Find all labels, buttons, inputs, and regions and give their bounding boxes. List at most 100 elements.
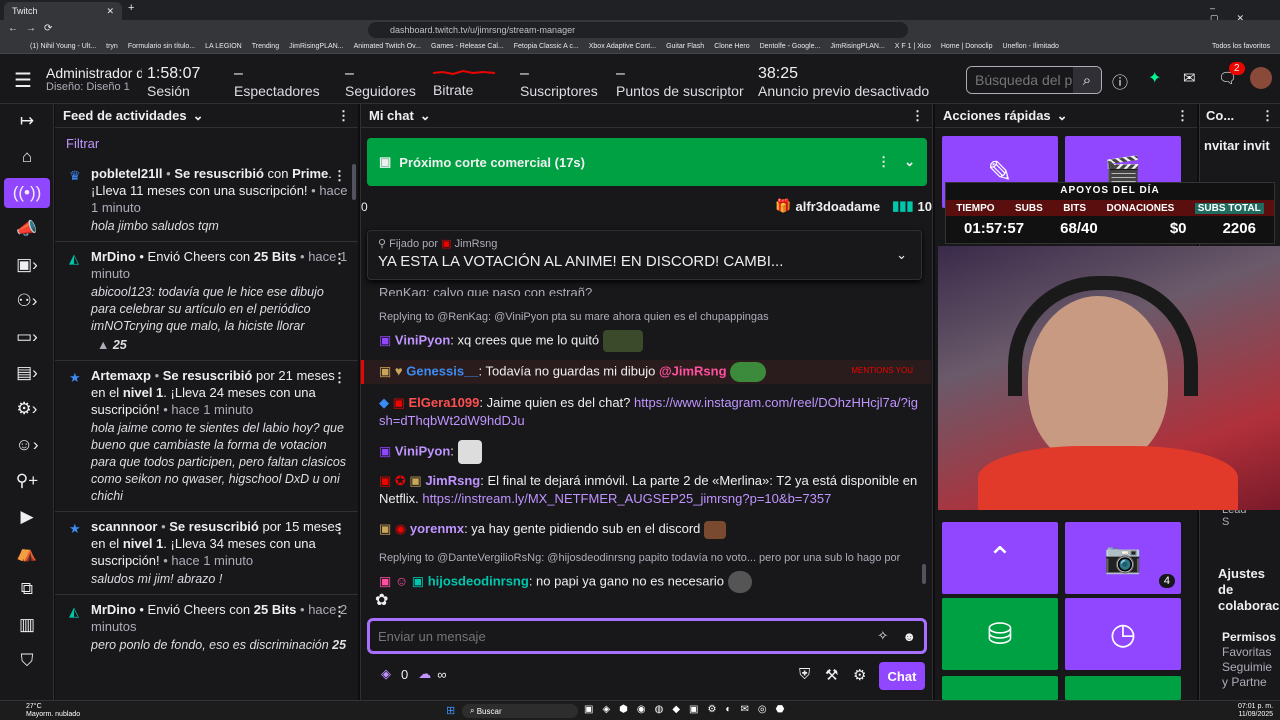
bookmark[interactable]: Clone Hero <box>714 43 749 50</box>
pinned-message[interactable]: ⚲ Fijado por ▣ JimRsng YA ESTA LA VOTACI… <box>367 230 922 280</box>
chat-user[interactable]: hijosdeodinrsng <box>428 573 529 588</box>
chat-user[interactable]: ElGera1099 <box>409 395 480 410</box>
collapse-icon[interactable]: ↦ <box>10 106 44 136</box>
bookmark[interactable]: LA LEGION <box>205 43 242 50</box>
help-icon[interactable]: ⓘ <box>1112 69 1128 93</box>
chat-send-button[interactable]: Chat <box>879 662 925 690</box>
chevron-down-icon[interactable]: ⌄ <box>1057 108 1068 124</box>
more-options-icon[interactable]: ⋮ <box>1261 108 1274 124</box>
content-icon[interactable]: ▭› <box>10 322 44 352</box>
hype-icon[interactable]: ✿ <box>375 590 388 610</box>
settings-icon[interactable]: ⚙› <box>10 394 44 424</box>
raid-tile[interactable]: ⌃ <box>942 522 1058 594</box>
action-tile[interactable] <box>942 676 1058 700</box>
bounty-tile[interactable]: ⛁ <box>942 598 1058 670</box>
action-tile[interactable] <box>1065 676 1181 700</box>
chat-input[interactable] <box>378 628 878 644</box>
feed-user[interactable]: pobletel21ll <box>91 166 163 181</box>
more-options-icon[interactable]: ⋮ <box>333 520 346 537</box>
bookmark[interactable]: Games - Release Cal... <box>431 43 504 50</box>
more-options-icon[interactable]: ⋮ <box>333 603 346 620</box>
chat-scrollbar[interactable] <box>922 564 926 584</box>
more-options-icon[interactable]: ⋮ <box>333 167 346 184</box>
bookmark[interactable]: Dentolfe - Google... <box>760 43 821 50</box>
sparkle-icon[interactable]: ✦ <box>1148 68 1161 88</box>
avatar[interactable] <box>1250 67 1272 89</box>
more-options-icon[interactable]: ⋮ <box>333 250 346 267</box>
bookmark[interactable]: JimRisingPLAN... <box>830 43 884 50</box>
chevron-down-icon[interactable]: ⌄ <box>904 154 915 170</box>
timer-tile[interactable]: ◷ <box>1065 598 1181 670</box>
chat-user[interactable]: ViniPyon <box>395 443 450 458</box>
points-icon[interactable]: ◈ <box>381 666 391 682</box>
close-tab-icon[interactable]: ✕ <box>106 6 114 17</box>
monetization-icon[interactable]: ▤› <box>10 358 44 388</box>
stream-manager-icon[interactable]: ((•)) <box>4 178 50 208</box>
analytics-icon[interactable]: ▣› <box>10 250 44 280</box>
new-tab-icon[interactable]: + <box>128 2 134 14</box>
feed-user[interactable]: MrDino <box>91 602 136 617</box>
magic-wand-icon[interactable]: ✧ <box>877 628 888 644</box>
mention[interactable]: @JimRsng <box>659 363 727 378</box>
chat-user[interactable]: yorenmx <box>410 521 464 536</box>
more-options-icon[interactable]: ⋮ <box>337 108 350 124</box>
video-icon[interactable]: ▶ <box>10 502 44 532</box>
taskbar-search[interactable]: ⌕ Buscar <box>462 704 578 718</box>
search-input[interactable] <box>967 67 1073 93</box>
add-user-icon[interactable]: ⚲+ <box>10 466 44 496</box>
viewer-rewards-icon[interactable]: ☺› <box>10 430 44 460</box>
bookmark[interactable]: tryn <box>106 43 118 50</box>
bookmark[interactable]: Home | Donoclip <box>941 43 993 50</box>
bookmark[interactable]: Fetopia Classic A c... <box>514 43 579 50</box>
bookmark[interactable]: JimRisingPLAN... <box>289 43 343 50</box>
mod-shield-icon[interactable]: ⛨ <box>799 666 810 683</box>
emote-picker-icon[interactable]: ☻ <box>902 629 916 644</box>
promote-icon[interactable]: 📣 <box>10 214 44 244</box>
extensions-icon[interactable]: ⧉ <box>10 574 44 604</box>
more-options-icon[interactable]: ⋮ <box>877 154 890 170</box>
prediction-icon[interactable]: ☁ <box>418 666 431 682</box>
browser-tab[interactable]: Twitch ✕ <box>4 2 122 20</box>
bookmark[interactable]: Guitar Flash <box>666 43 704 50</box>
chevron-down-icon[interactable]: ⌄ <box>420 108 431 124</box>
chat-link[interactable]: https://instream.ly/MX_NETFMER_AUGSEP25_… <box>422 491 831 506</box>
chat-settings-icon[interactable]: ⚙ <box>853 666 866 684</box>
creator-camp-icon[interactable]: ⛺ <box>10 538 44 568</box>
chevron-down-icon[interactable]: ⌄ <box>896 247 907 263</box>
ad-break-banner[interactable]: ▣ Próximo corte comercial (17s) ⋮ ⌄ <box>367 138 927 186</box>
feed-user[interactable]: scannnoor <box>91 519 157 534</box>
url-field[interactable]: dashboard.twitch.tv/u/jimrsng/stream-man… <box>368 22 908 38</box>
bookmark[interactable]: Formulario sin título... <box>128 43 195 50</box>
invite-button[interactable]: nvitar invit <box>1204 138 1280 153</box>
bookmark[interactable]: X F 1 | Xico <box>895 43 931 50</box>
camera-tile[interactable]: 📷 4 <box>1065 522 1181 594</box>
chat-user[interactable]: Genessis__ <box>406 363 478 378</box>
chevron-down-icon[interactable]: ⌄ <box>193 108 204 124</box>
mod-tools-icon[interactable]: ⚒ <box>825 666 838 684</box>
bookmark[interactable]: (1) Nihil Young - Ult... <box>30 43 96 50</box>
safety-icon[interactable]: ⛉ <box>10 646 44 676</box>
library-icon[interactable]: ▥ <box>10 610 44 640</box>
chat-user[interactable]: JimRsng <box>425 473 480 488</box>
inbox-icon[interactable]: ✉ <box>1183 69 1196 87</box>
bookmark[interactable]: Trending <box>252 43 279 50</box>
feed-scrollbar[interactable] <box>352 164 356 200</box>
search-icon[interactable]: ⌕ <box>1073 67 1101 93</box>
nav-arrows-icon[interactable]: ←→⟳ <box>8 23 60 34</box>
gift-user[interactable]: alfr3doadame <box>796 199 881 214</box>
bookmark[interactable]: Xbox Adaptive Cont... <box>589 43 656 50</box>
more-options-icon[interactable]: ⋮ <box>333 369 346 386</box>
taskbar-apps-icon[interactable]: ▣◈⬢◉◍◆▣⚙◐✉◎⬣ <box>584 704 793 715</box>
filter-button[interactable]: Filtrar <box>55 128 358 159</box>
more-options-icon[interactable]: ⋮ <box>911 108 924 124</box>
windows-start-icon[interactable]: ⊞ <box>446 704 455 717</box>
bookmark[interactable]: Todos los favoritos <box>1212 43 1270 50</box>
bookmark[interactable]: Uneflon - Ilimitado <box>1002 43 1058 50</box>
bookmark[interactable]: Animated Twitch Ov... <box>354 43 421 50</box>
menu-icon[interactable]: ☰ <box>14 68 32 93</box>
feed-user[interactable]: MrDino <box>91 249 136 264</box>
chat-user[interactable]: ViniPyon <box>395 332 450 347</box>
more-options-icon[interactable]: ⋮ <box>1176 108 1189 124</box>
home-icon[interactable]: ⌂ <box>10 142 44 172</box>
community-icon[interactable]: ⚇› <box>10 286 44 316</box>
